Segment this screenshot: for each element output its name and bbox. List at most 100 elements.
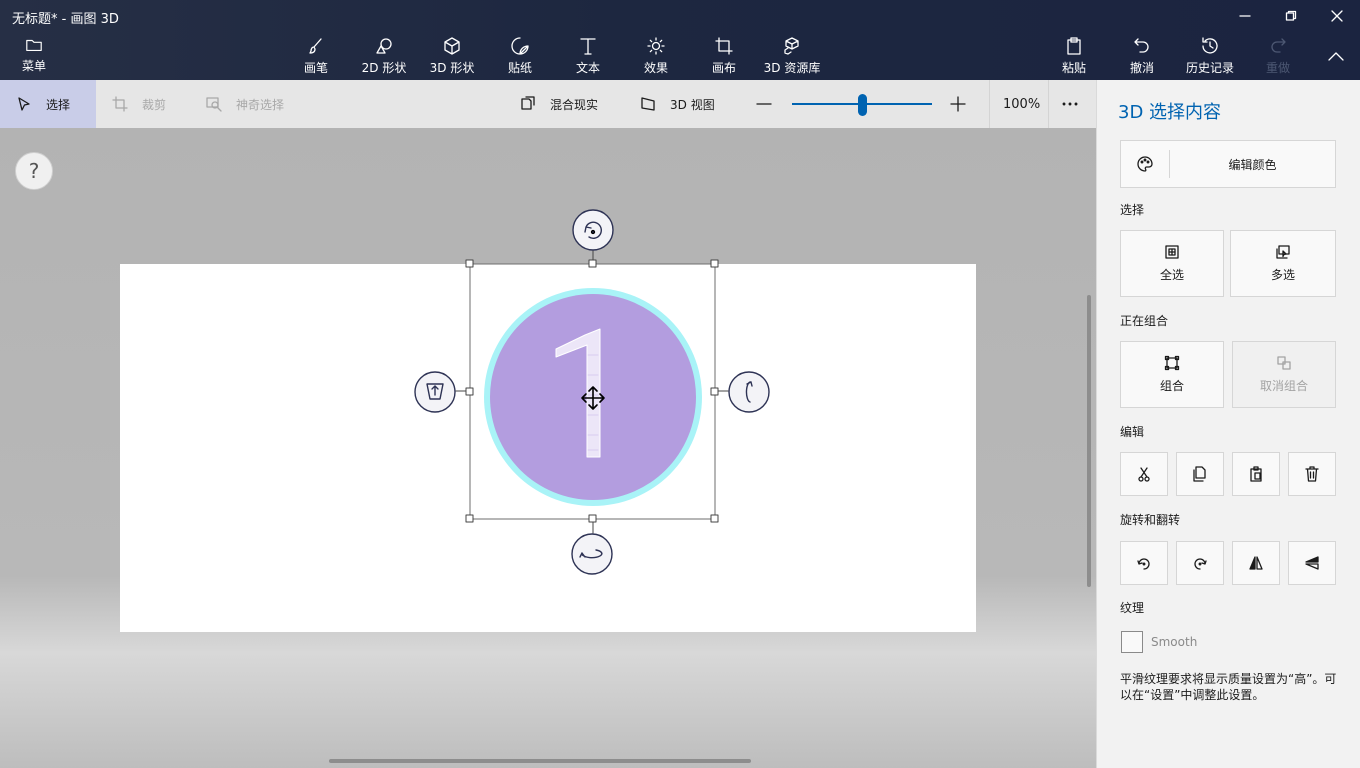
paste-label: 粘贴: [1061, 61, 1086, 75]
sun-icon: [647, 37, 665, 55]
copy-button[interactable]: [1176, 452, 1224, 496]
effects-tool[interactable]: 效果: [636, 36, 676, 80]
cursor-icon: [18, 97, 30, 111]
mixed-reality-button[interactable]: 混合现实: [520, 80, 598, 128]
flip-vertical-icon: [1305, 556, 1319, 570]
3d-library-label: 3D 资源库: [763, 61, 821, 75]
multi-select-label: 多选: [1270, 268, 1295, 282]
clipboard-icon: [1067, 37, 1081, 55]
rotate-left-icon: [1137, 558, 1150, 570]
shapes-2d-label: 2D 形状: [361, 61, 407, 75]
menu-button[interactable]: 菜单: [14, 36, 54, 80]
minus-icon: [756, 103, 772, 105]
crop-icon: [112, 96, 128, 112]
zoom-in-button[interactable]: [950, 80, 980, 128]
brushes-label: 画笔: [303, 61, 328, 75]
close-button[interactable]: [1314, 0, 1360, 32]
cube-icon: [444, 37, 460, 55]
delete-button[interactable]: [1288, 452, 1336, 496]
trash-icon: [1305, 466, 1319, 482]
redo-icon: [1271, 38, 1286, 53]
3d-view-label: 3D 视图: [670, 97, 715, 112]
vertical-scrollbar[interactable]: [1087, 295, 1091, 587]
rotate-z-handle[interactable]: [572, 209, 614, 251]
group-label: 组合: [1159, 379, 1184, 393]
redo-button[interactable]: 重做: [1258, 36, 1298, 80]
3d-view-button[interactable]: 3D 视图: [640, 80, 715, 128]
history-button[interactable]: 历史记录: [1182, 36, 1238, 80]
sticker-icon: [511, 37, 529, 55]
rotate-right-icon: [1194, 558, 1207, 570]
paste-panel-button[interactable]: [1232, 452, 1280, 496]
brush-icon: [309, 38, 322, 54]
clipboard-icon: [1250, 466, 1262, 482]
rotate-flip-heading: 旋转和翻转: [1120, 513, 1181, 527]
close-icon: [1331, 10, 1343, 22]
mixed-reality-icon: [521, 96, 535, 110]
chevron-up-icon: [1328, 52, 1344, 61]
window-title: 无标题* - 画图 3D: [12, 12, 119, 27]
undo-icon: [1134, 38, 1149, 53]
text-icon: [580, 38, 596, 55]
rotate-y-handle[interactable]: [728, 371, 770, 413]
select-all-button[interactable]: 全选: [1120, 230, 1224, 297]
select-all-icon: [1165, 245, 1179, 259]
shapes-2d-icon: [376, 38, 392, 54]
magic-select-label: 神奇选择: [236, 97, 285, 112]
stickers-tool[interactable]: 贴纸: [500, 36, 540, 80]
text-tool[interactable]: 文本: [568, 36, 608, 80]
ungroup-icon: [1277, 356, 1291, 370]
rotate-left-button[interactable]: [1120, 541, 1168, 585]
group-heading: 正在组合: [1120, 314, 1169, 328]
zoom-percentage[interactable]: 100%: [1003, 80, 1040, 128]
rotate-x-handle[interactable]: [571, 533, 613, 575]
group-icon: [1164, 355, 1180, 371]
shapes-3d-tool[interactable]: 3D 形状: [424, 36, 480, 80]
select-tool[interactable]: 选择: [0, 80, 96, 128]
3d-library-tool[interactable]: 3D 资源库: [762, 36, 822, 80]
edit-heading: 编辑: [1120, 425, 1145, 439]
shapes-2d-tool[interactable]: 2D 形状: [356, 36, 412, 80]
smooth-label: Smooth: [1151, 635, 1198, 649]
stickers-label: 贴纸: [507, 61, 532, 75]
flip-vertical-button[interactable]: [1288, 541, 1336, 585]
maximize-button[interactable]: [1268, 0, 1314, 32]
edit-color-button[interactable]: 编辑颜色: [1120, 140, 1336, 188]
smooth-checkbox[interactable]: [1121, 631, 1143, 653]
ungroup-button[interactable]: 取消组合: [1232, 341, 1336, 408]
rotate-right-button[interactable]: [1176, 541, 1224, 585]
zoom-out-button[interactable]: [756, 80, 786, 128]
magic-select-tool[interactable]: 神奇选择: [206, 80, 284, 128]
help-button[interactable]: ?: [15, 152, 53, 190]
undo-button[interactable]: 撤消: [1122, 36, 1162, 80]
horizontal-scrollbar[interactable]: [329, 759, 751, 763]
more-options-button[interactable]: [1062, 80, 1078, 128]
canvas-tool[interactable]: 画布: [704, 36, 744, 80]
canvas-label: 画布: [711, 61, 736, 75]
undo-label: 撤消: [1129, 61, 1154, 75]
cut-button[interactable]: [1120, 452, 1168, 496]
3d-view-icon: [641, 97, 655, 111]
minimize-button[interactable]: [1222, 0, 1268, 32]
brushes-tool[interactable]: 画笔: [296, 36, 336, 80]
flip-horizontal-icon: [1249, 556, 1263, 570]
z-depth-handle[interactable]: [414, 371, 456, 413]
ungroup-label: 取消组合: [1259, 379, 1308, 393]
crop-tool[interactable]: 裁剪: [112, 80, 166, 128]
toolbar-divider: [1048, 80, 1049, 128]
zoom-slider-thumb[interactable]: [858, 94, 867, 116]
collapse-ribbon-button[interactable]: [1322, 44, 1350, 68]
canvas-crop-icon: [715, 37, 733, 55]
scissors-icon: [1138, 467, 1150, 482]
multi-select-button[interactable]: 多选: [1230, 230, 1336, 297]
select-label: 选择: [46, 97, 71, 112]
plus-icon: [950, 96, 966, 112]
restore-icon: [1285, 10, 1297, 21]
group-button[interactable]: 组合: [1120, 341, 1224, 408]
toolbar-divider: [989, 80, 990, 128]
flip-horizontal-button[interactable]: [1232, 541, 1280, 585]
menu-label: 菜单: [21, 59, 46, 73]
ribbon: 无标题* - 画图 3D 菜单 画笔 2D 形状 3D 形状 贴纸 文本 效果 …: [0, 0, 1360, 80]
paste-button[interactable]: 粘贴: [1054, 36, 1094, 80]
folder-icon: [26, 39, 42, 51]
